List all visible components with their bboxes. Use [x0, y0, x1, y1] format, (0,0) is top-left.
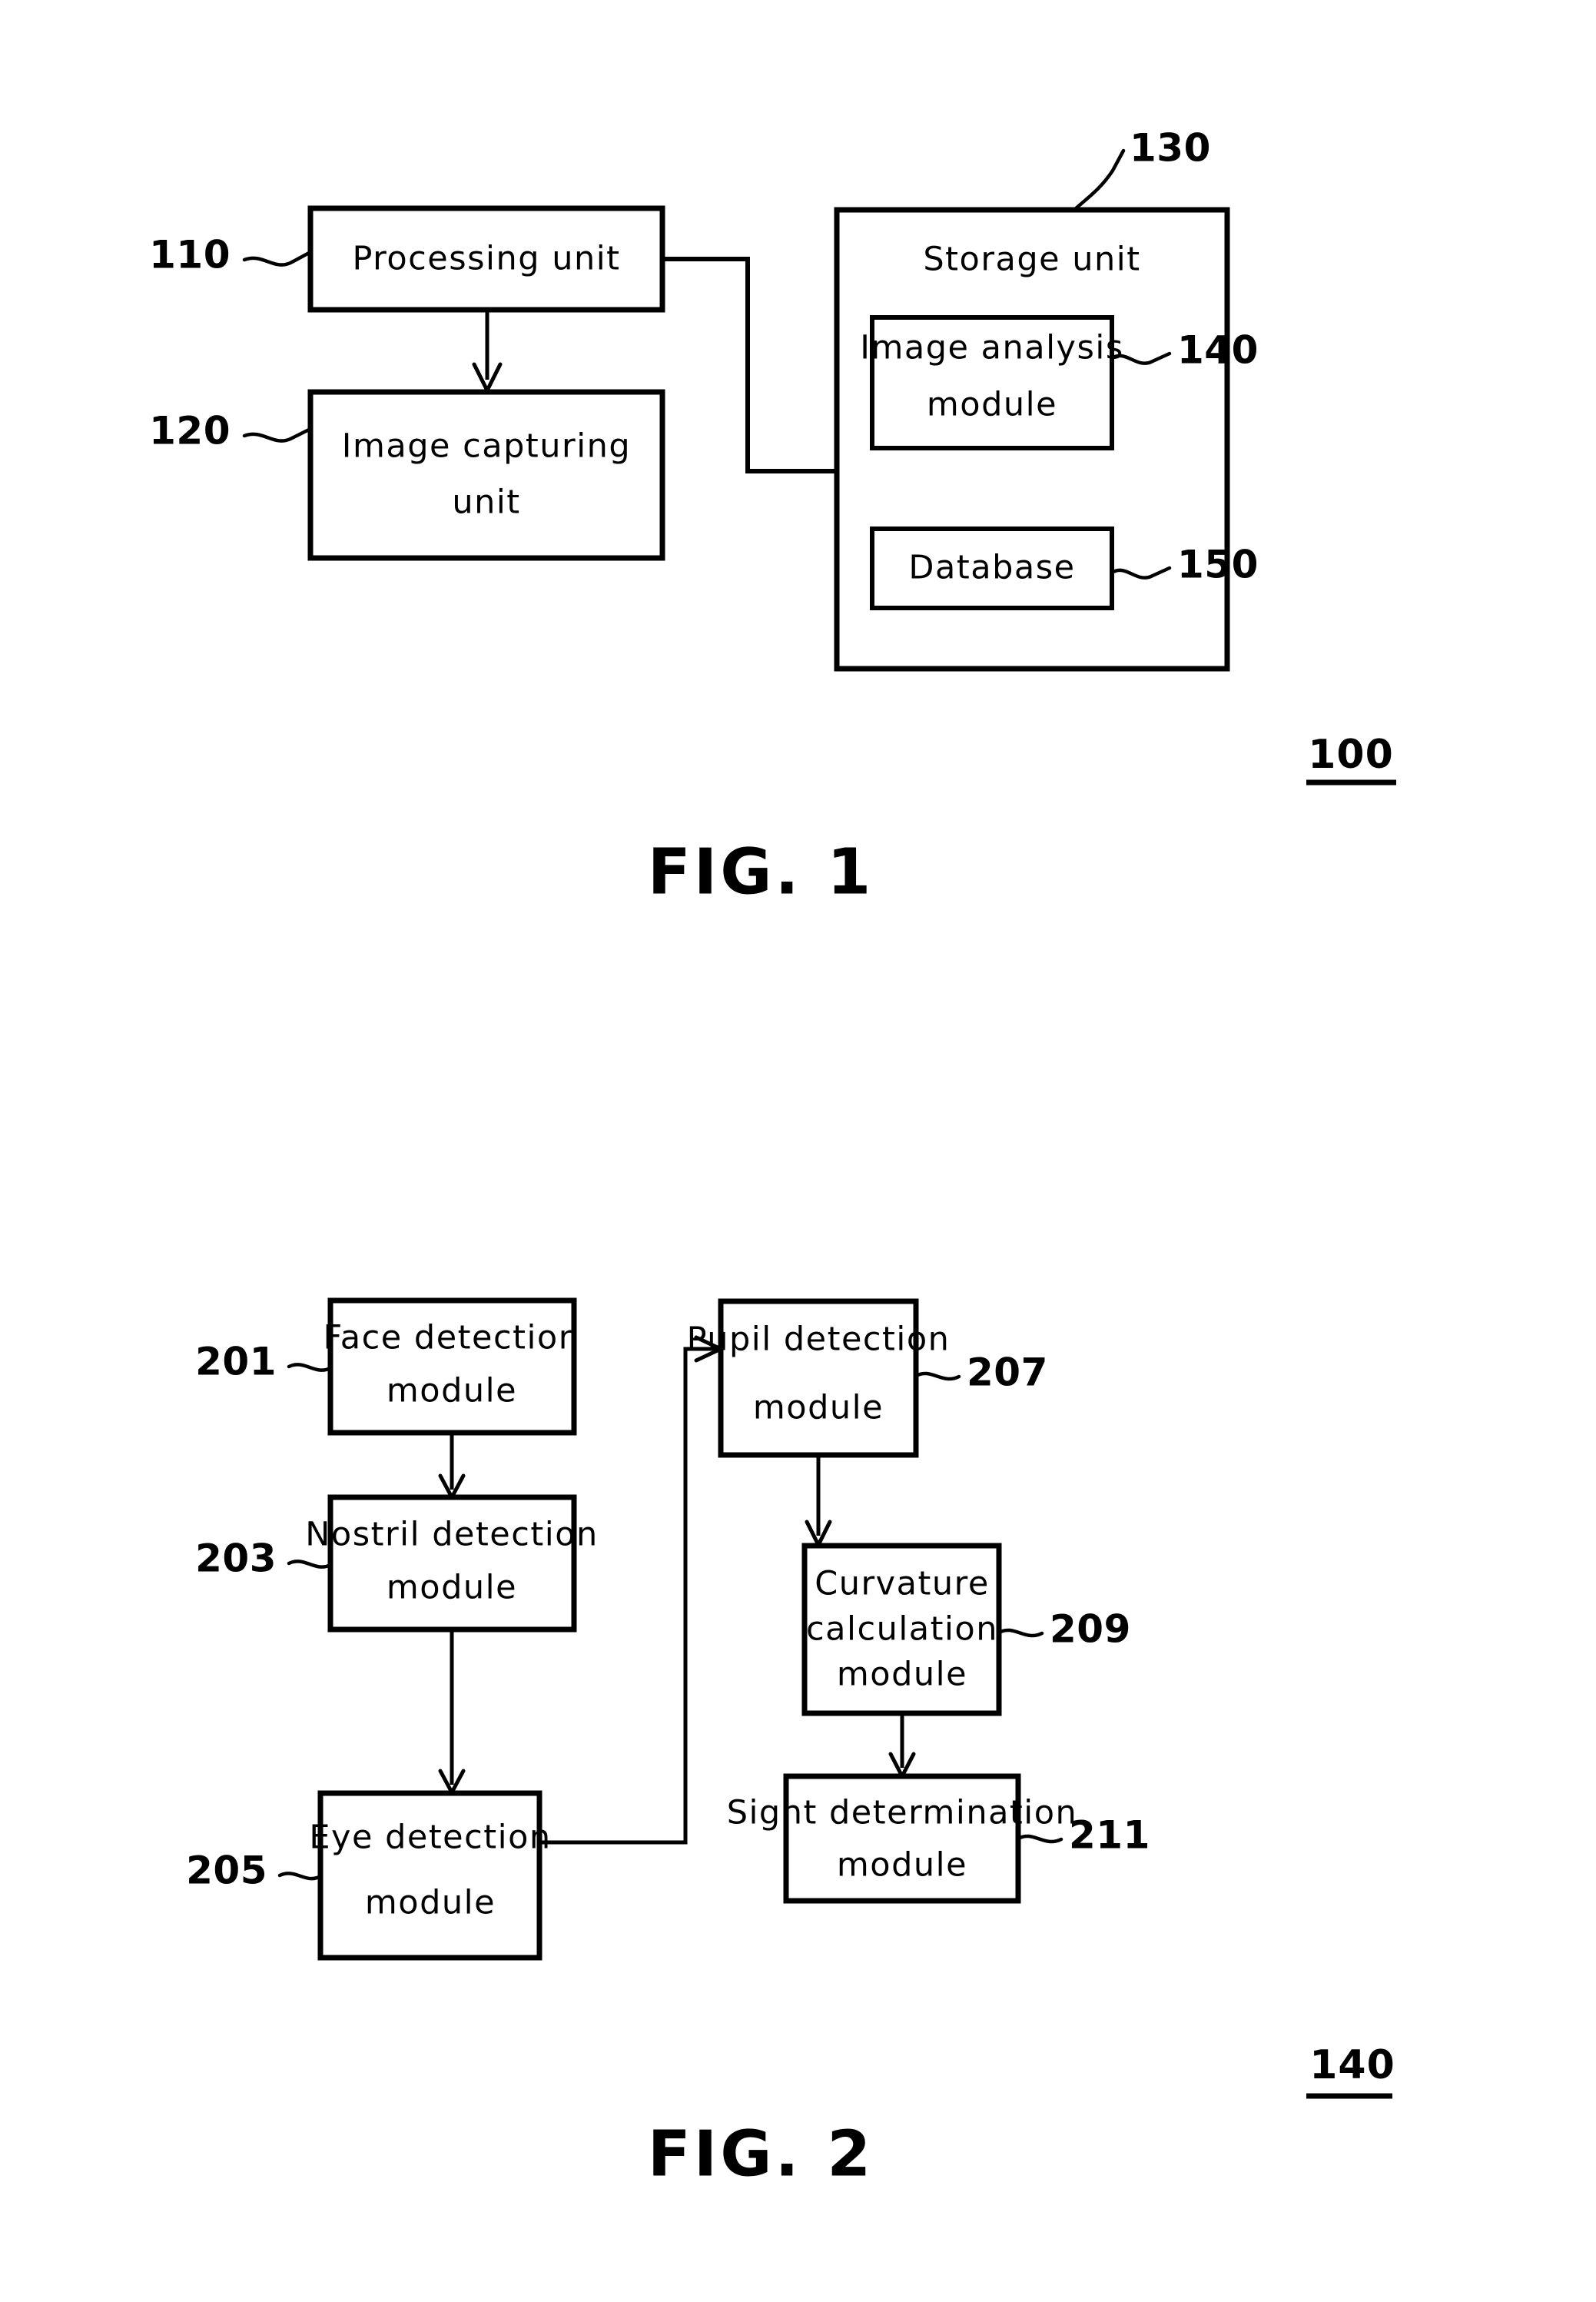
assembly-number-140-group: 140 [1306, 2042, 1395, 2099]
nostril-detection-module-label-line2: module [387, 1569, 517, 1607]
image-capturing-unit-label-line2: unit [452, 483, 520, 522]
pupil-detection-module-label-line2: module [753, 1389, 884, 1427]
face-detection-module-label-line2: module [387, 1372, 517, 1410]
block-eye-detection-module: Eye detection module [309, 1790, 551, 1961]
ref-number-130: 130 [1130, 126, 1211, 171]
image-analysis-module-label-line2: module [927, 386, 1057, 424]
figure-1-caption: FIG. 1 [648, 835, 874, 909]
block-image-analysis-module: Image analysis module [860, 315, 1123, 450]
storage-unit-box [834, 207, 1230, 672]
arrow-processing-to-capturing [472, 310, 503, 393]
storage-unit-label: Storage unit [923, 241, 1140, 279]
arrow-face-to-nostril [438, 1433, 466, 1500]
lead-line-207 [914, 1371, 961, 1381]
figure-2-group: Face detection module 201 Nostril detect… [186, 1297, 1395, 2191]
ref-number-140: 140 [1177, 328, 1259, 373]
block-pupil-detection-module: Pupil detection module [687, 1298, 951, 1458]
block-curvature-calculation-module: Curvature calculation module [801, 1543, 1002, 1716]
ref-number-209: 209 [1050, 1607, 1131, 1652]
connector-eye-to-pupil [539, 1335, 723, 1845]
figure-2-caption: FIG. 2 [648, 2118, 874, 2191]
ref-number-120: 120 [149, 409, 231, 453]
block-image-capturing-unit: Image capturing unit [307, 389, 665, 561]
database-label: Database [908, 549, 1075, 587]
connector-processing-to-storage [662, 257, 837, 473]
block-database: Database [870, 527, 1114, 610]
sight-determination-module-label-line1: Sight determination [727, 1794, 1078, 1832]
face-detection-module-label-line1: Face detection [324, 1319, 581, 1357]
curvature-calculation-module-label-line2: calculation [806, 1610, 998, 1649]
nostril-detection-module-label-line1: Nostril detection [305, 1516, 599, 1554]
lead-line-120 [242, 427, 313, 443]
pupil-detection-module-label-line1: Pupil detection [687, 1320, 951, 1359]
eye-detection-module-label-line2: module [365, 1884, 496, 1922]
patent-drawing-sheet: Processing unit 110 Image capturing unit… [0, 0, 1596, 2302]
ref-number-150: 150 [1177, 543, 1259, 587]
arrow-pupil-to-curvature [805, 1455, 832, 1547]
curvature-calculation-module-label-line3: module [837, 1656, 967, 1694]
figure-1-group: Processing unit 110 Image capturing unit… [149, 126, 1396, 909]
assembly-number-100: 100 [1308, 732, 1394, 778]
image-analysis-module-label-line1: Image analysis [860, 329, 1123, 367]
ref-number-205: 205 [186, 1849, 267, 1893]
lead-line-203 [287, 1560, 333, 1569]
lead-line-201 [287, 1363, 333, 1372]
figures-canvas: Processing unit 110 Image capturing unit… [149, 126, 1396, 2191]
curvature-calculation-module-label-line1: Curvature [815, 1565, 990, 1603]
ref-number-201: 201 [195, 1340, 277, 1384]
image-capturing-unit-box [307, 389, 665, 561]
lead-line-205 [277, 1872, 323, 1881]
connector-path [539, 1347, 716, 1845]
arrow-nostril-to-eye [438, 1629, 466, 1795]
assembly-number-140: 140 [1309, 2042, 1395, 2088]
lead-line-211 [1016, 1834, 1063, 1844]
block-nostril-detection-module: Nostril detection module [305, 1494, 599, 1633]
lead-line-209 [997, 1628, 1044, 1638]
block-processing-unit: Processing unit [307, 205, 665, 313]
block-storage-unit: Storage unit [834, 207, 1230, 672]
ref-number-110: 110 [149, 233, 231, 277]
image-capturing-unit-label-line1: Image capturing [342, 427, 631, 466]
ref-number-207: 207 [967, 1350, 1048, 1395]
processing-unit-label: Processing unit [352, 240, 620, 278]
assembly-number-100-group: 100 [1306, 732, 1396, 786]
lead-line-130 [1072, 148, 1126, 212]
sight-determination-module-label-line2: module [837, 1846, 967, 1885]
lead-line-150 [1110, 566, 1172, 580]
block-sight-determination-module: Sight determination module [727, 1773, 1078, 1904]
block-face-detection-module: Face detection module [324, 1297, 581, 1436]
lead-line-110 [242, 250, 313, 267]
ref-number-203: 203 [195, 1536, 277, 1581]
eye-detection-module-label-line1: Eye detection [309, 1819, 551, 1857]
arrow-curvature-to-sight [888, 1713, 916, 1779]
ref-number-211: 211 [1069, 1813, 1150, 1858]
